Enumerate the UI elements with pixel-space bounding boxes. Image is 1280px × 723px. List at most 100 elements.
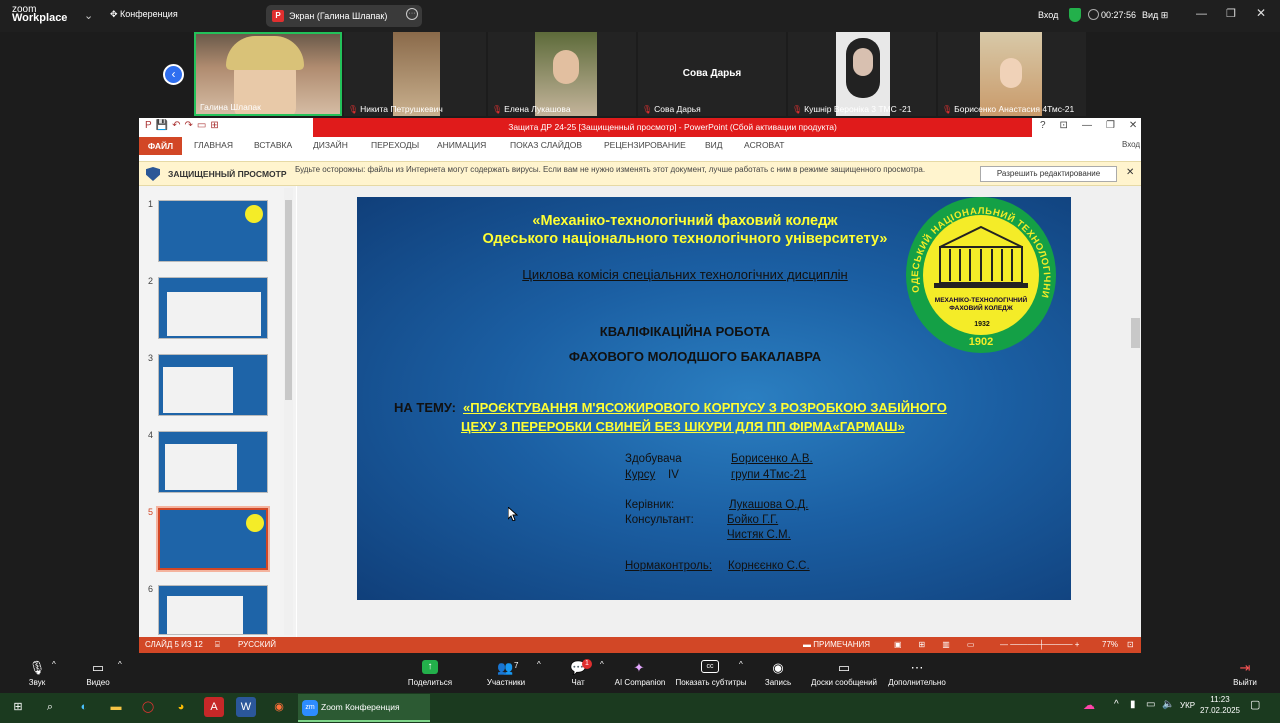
tab-design[interactable]: ДИЗАЙН [313,140,348,150]
tab-slideshow[interactable]: ПОКАЗ СЛАЙДОВ [510,140,582,150]
share-screen-icon[interactable]: ↑ [422,660,438,674]
muted-mic-icon: 🎙 [792,105,803,114]
tray-chevron-icon[interactable]: ^ [1114,699,1119,710]
participant-tile[interactable]: 🎙 Никита Петрушкевич [344,32,486,116]
spellcheck-icon[interactable]: ⌸ [215,640,220,650]
notifications-icon[interactable]: ▢ [1250,698,1260,711]
ai-sparkle-icon[interactable]: ✦ [631,660,647,676]
slide-scrollbar[interactable] [1130,186,1141,637]
keyboard-language[interactable]: УКР [1180,701,1195,710]
tab-insert[interactable]: ВСТАВКА [254,140,292,150]
scroll-thumb[interactable] [1131,318,1140,348]
logo-year-small: 1932 [974,321,990,328]
close-icon[interactable]: ✕ [1126,167,1134,178]
meeting-info-button[interactable]: ✥ Конференция [110,9,178,20]
gallery-prev-arrow-icon[interactable]: ‹ [163,64,184,85]
clock-date[interactable]: 27.02.2025 [1198,706,1242,715]
record-icon[interactable]: ◉ [770,660,786,676]
security-shield-icon[interactable] [1069,8,1081,22]
participant-tile[interactable]: 🎙 Кушнір Вероніка 3 ТМС -21 [788,32,936,116]
slide-theme-label: НА ТЕМУ: [394,400,456,415]
usb-icon[interactable]: ▮ [1130,699,1136,710]
clock-icon [1088,9,1099,20]
enable-editing-button[interactable]: Разрешить редактирование [980,166,1117,182]
meeting-timer: 00:27:56 [1101,10,1137,20]
firefox-icon[interactable]: ◉ [269,697,289,717]
edge-icon[interactable]: ◐ [74,697,94,717]
slide-thumbnail-6[interactable] [158,585,268,635]
zoom-slider[interactable]: — ─────┼───── + [1000,640,1079,649]
tab-transitions[interactable]: ПЕРЕХОДЫ [371,140,419,150]
file-explorer-icon[interactable]: ▬ [106,697,126,717]
video-camera-icon[interactable]: ▭ [88,660,108,676]
network-icon[interactable]: ▭ [1146,699,1155,710]
zoom-logo: zoom Workplace [12,5,67,24]
language-status[interactable]: РУССКИЙ [238,640,276,649]
acrobat-icon[interactable]: A [204,697,224,717]
chevron-down-icon[interactable]: ⌄ [84,9,93,22]
opera-icon[interactable]: ◯ [138,697,158,717]
weather-icon[interactable]: ☁ [1083,698,1095,712]
taskbar-zoom-meeting[interactable]: zm Zoom Конференция [298,694,430,722]
whiteboard-icon[interactable]: ▭ [835,660,853,676]
slide-thumbnail-5[interactable] [156,506,270,572]
logo-ring-textpath: ОДЕСЬКИЙ НАЦІОНАЛЬНИЙ ТЕХНОЛОГІЧНИЙ УНІВ… [906,197,1051,299]
participants-icon[interactable]: 👥 [497,660,513,676]
slide-thumbnail-3[interactable] [158,354,268,416]
quick-access-toolbar[interactable]: P💾↶↷▭⊞ [145,120,223,131]
captions-icon[interactable]: cc [701,660,719,673]
slide-thumbnail-4[interactable] [158,431,268,493]
participant-name: Кушнір Вероніка 3 ТМС -21 [804,104,912,114]
windows-start-icon[interactable]: ⊞ [8,697,28,717]
participant-tile[interactable]: Галина Шлапак [194,32,342,116]
participant-tile[interactable]: Сова Дарья 🎙 Сова Дарья [638,32,786,116]
chevron-up-icon[interactable]: ^ [52,660,56,669]
more-icon[interactable]: ··· [406,8,418,20]
word-icon[interactable]: W [236,697,256,717]
norm-control-label: Нормаконтроль: [625,560,713,572]
fit-slide-icon[interactable]: ⊡ [1127,640,1134,649]
notes-button[interactable]: ▬ ПРИМЕЧАНИЯ [803,640,870,649]
microphone-icon[interactable]: 🎙 [28,660,46,676]
consultant-label: Консультант: [625,514,694,526]
tab-review[interactable]: РЕЦЕНЗИРОВАНИЕ [604,140,686,150]
participant-name: Сова Дарья [654,104,701,114]
volume-icon[interactable]: 🔈 [1162,699,1174,710]
muted-mic-icon: 🎙 [642,105,653,114]
chevron-up-icon[interactable]: ^ [739,660,743,669]
screen-share-chip[interactable]: P Экран (Галина Шлапак) ··· [266,5,422,27]
slide-thumbnail-2[interactable] [158,277,268,339]
minimize-icon[interactable]: — [1196,8,1207,20]
sign-in-link[interactable]: Вход [1122,140,1140,149]
chrome-icon[interactable]: ◕ [171,697,191,717]
login-button[interactable]: Вход [1038,10,1058,20]
scroll-thumb[interactable] [285,200,292,400]
tab-acrobat[interactable]: ACROBAT [744,140,784,150]
search-icon[interactable]: ⌕ [40,697,60,717]
chevron-up-icon[interactable]: ^ [118,660,122,669]
tab-animation[interactable]: АНИМАЦИЯ [437,140,486,150]
document-title: Защита ДР 24-25 [Защищенный просмотр] - … [508,122,837,132]
participant-tile[interactable]: 🎙 Борисенко Анастасия 4Тмс-21 [938,32,1086,116]
supervisor-label: Керівник: [625,499,675,511]
participant-tile[interactable]: 🎙 Елена Лукашова [488,32,636,116]
close-icon[interactable]: ✕ [1256,6,1266,20]
more-icon[interactable]: ⋯ [908,660,926,676]
ppt-window-controls[interactable]: ?⊡—❐✕ [1040,120,1151,131]
tab-file[interactable]: ФАЙЛ [139,137,182,155]
view-button[interactable]: Вид ⊞ [1142,10,1168,21]
drawing-mini [167,596,243,634]
tab-home[interactable]: ГЛАВНАЯ [194,140,233,150]
chevron-up-icon[interactable]: ^ [600,660,604,669]
tab-view[interactable]: ВИД [705,140,723,150]
slide-thumbnail-1[interactable] [158,200,268,262]
maximize-icon[interactable]: ❐ [1226,7,1236,20]
leave-icon[interactable]: ⇥ [1237,660,1253,676]
zoom-level[interactable]: 77% [1102,640,1118,649]
view-buttons[interactable]: ▣⊞▥▭ [894,640,991,649]
protected-view-message: Будьте осторожны: файлы из Интернета мог… [295,165,926,174]
clock-time[interactable]: 11:23 [1202,695,1238,704]
chevron-up-icon[interactable]: ^ [537,660,541,669]
muted-mic-icon: 🎙 [492,105,503,114]
thumbnails-scrollbar[interactable] [284,188,293,635]
